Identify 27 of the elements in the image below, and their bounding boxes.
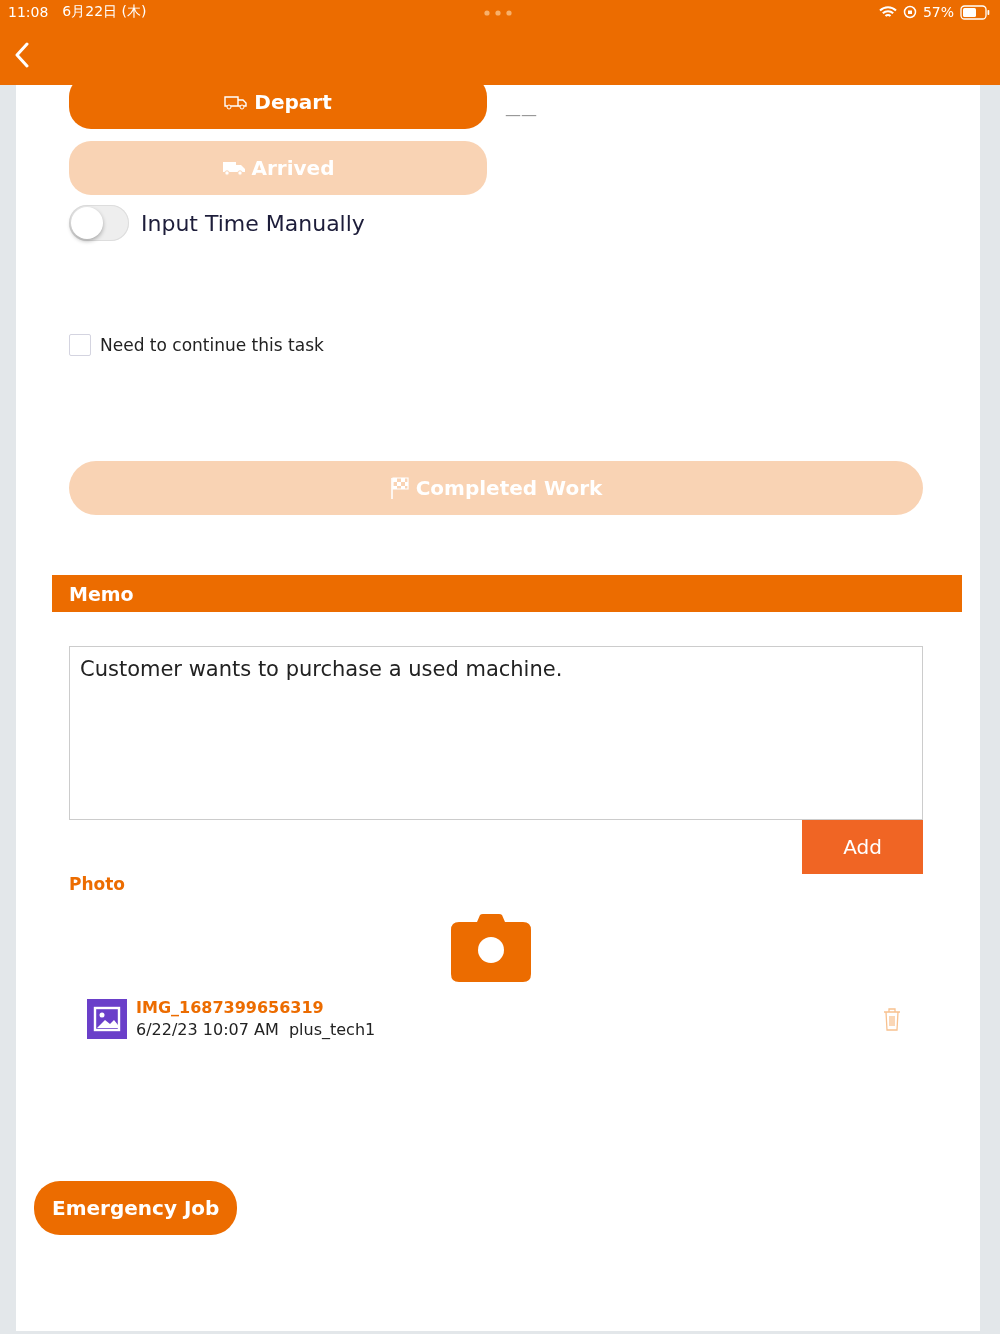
toggle-label: Input Time Manually bbox=[141, 210, 365, 236]
truck-icon bbox=[221, 160, 246, 176]
memo-field[interactable]: Customer wants to purchase a used machine. bbox=[69, 646, 923, 820]
checkered-flag-icon bbox=[389, 476, 410, 500]
section-title: Memo bbox=[69, 582, 134, 605]
more-icon bbox=[484, 10, 512, 16]
file-name[interactable]: IMG_1687399656319 bbox=[136, 998, 376, 1017]
emergency-job-button[interactable]: Emergency Job bbox=[34, 1181, 238, 1235]
truck-icon bbox=[224, 94, 249, 110]
file-meta: 6/22/23 10:07 AM plus_tech1 bbox=[136, 1020, 376, 1039]
battery-icon bbox=[960, 4, 990, 20]
checkbox-label: Need to continue this task bbox=[100, 335, 324, 355]
trash-icon[interactable] bbox=[883, 1006, 901, 1031]
trip-button[interactable]: Depart bbox=[69, 85, 487, 129]
photo-label: Photo bbox=[69, 874, 127, 894]
battery-percent: 57% bbox=[922, 4, 954, 20]
checkbox[interactable] bbox=[69, 334, 91, 356]
placeholder-dash: —— bbox=[505, 105, 537, 125]
status-time: 11:08 bbox=[8, 4, 49, 20]
camera-icon[interactable] bbox=[451, 914, 531, 982]
wifi-icon bbox=[878, 5, 897, 19]
status-date: 6月22日 (木) bbox=[62, 3, 147, 21]
back-icon[interactable] bbox=[14, 42, 30, 68]
image-file-icon bbox=[87, 998, 127, 1039]
orientation-lock-icon bbox=[902, 5, 917, 19]
add-button[interactable]: Add bbox=[802, 820, 923, 874]
toggle-switch[interactable] bbox=[69, 205, 129, 241]
